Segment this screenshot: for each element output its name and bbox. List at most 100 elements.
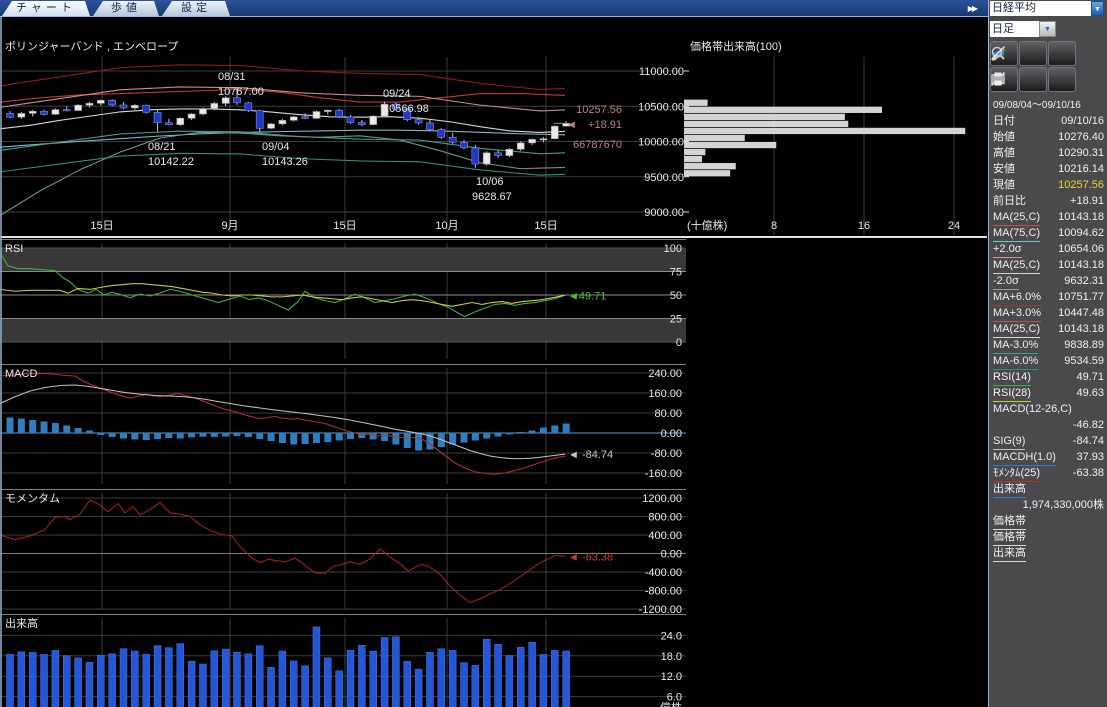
quote-info-panel: 09/08/04～09/10/16日付09/10/16始値10276.40高値1… bbox=[989, 98, 1107, 562]
rsi-chart[interactable]: 1007550250◄49.71RSI bbox=[0, 239, 987, 364]
info-row: ﾓﾒﾝﾀﾑ(25) -63.38 bbox=[989, 466, 1107, 482]
info-row-value: 10654.06 bbox=[1058, 242, 1104, 258]
info-row-label[interactable]: -2.0σ bbox=[993, 274, 1019, 290]
info-row-label: 始値 bbox=[993, 130, 1015, 146]
svg-text:15日: 15日 bbox=[90, 220, 113, 232]
svg-text:9628.67: 9628.67 bbox=[472, 191, 512, 203]
info-row: MACD(12-26,C) bbox=[989, 402, 1107, 418]
svg-text:◄: ◄ bbox=[566, 119, 577, 131]
svg-text:0: 0 bbox=[676, 337, 682, 349]
chart-area: 15日9月15日10月15日11000.0010500.0010000.0095… bbox=[0, 17, 987, 707]
info-row-label[interactable]: SIG(9) bbox=[993, 434, 1025, 450]
info-row-label[interactable]: 出来高 bbox=[993, 546, 1026, 562]
info-row-label[interactable]: 価格帯 bbox=[993, 530, 1026, 546]
tab-settings[interactable]: 設定 bbox=[162, 1, 230, 16]
symbol-select[interactable]: 日経平均 bbox=[990, 1, 1093, 16]
info-row-label[interactable]: MA-6.0% bbox=[993, 354, 1038, 370]
info-row: -46.82 bbox=[989, 418, 1107, 434]
svg-text:-80.00: -80.00 bbox=[651, 448, 682, 460]
info-row: 出来高 bbox=[989, 546, 1107, 562]
svg-text:11000.00: 11000.00 bbox=[639, 66, 684, 78]
svg-text:(十億株): (十億株) bbox=[687, 218, 727, 232]
macd-chart[interactable]: 240.00160.0080.000.00-80.00-160.00◄ -84.… bbox=[0, 364, 987, 489]
zoom-disabled-button[interactable] bbox=[1048, 41, 1076, 66]
timeframe-select[interactable]: 日足 bbox=[990, 21, 1040, 37]
volume-chart[interactable]: 24.018.012.06.0億株出来高 bbox=[0, 614, 987, 707]
info-row-label[interactable]: MA-3.0% bbox=[993, 338, 1038, 354]
info-row: MA(25,C)10143.18 bbox=[989, 322, 1107, 338]
info-row: 日付 09/10/16 bbox=[989, 114, 1107, 130]
tab-price-steps-label: 歩値 bbox=[111, 2, 141, 14]
svg-text:800.00: 800.00 bbox=[648, 512, 682, 524]
info-row-label: 日付 bbox=[993, 114, 1015, 130]
info-row-value: 9838.89 bbox=[1064, 338, 1104, 354]
info-row-value: -63.38 bbox=[1073, 466, 1104, 482]
info-row-value: 10143.18 bbox=[1058, 258, 1104, 274]
candlestick-chart: 15日9月15日10月15日11000.0010500.0010000.0095… bbox=[0, 40, 686, 232]
info-row: MA(25,C) 10143.18 bbox=[989, 258, 1107, 274]
info-row-label[interactable]: MA+3.0% bbox=[993, 306, 1041, 322]
svg-text:66787670: 66787670 bbox=[573, 139, 622, 151]
svg-text:ボリンジャーバンド , エンベロープ: ボリンジャーバンド , エンベロープ bbox=[5, 40, 178, 53]
momentum-chart[interactable]: 1200.00800.00400.000.00-400.00-800.00-12… bbox=[0, 489, 987, 614]
svg-text:160.00: 160.00 bbox=[648, 388, 682, 400]
svg-text:億株: 億株 bbox=[660, 700, 682, 707]
svg-text:0.00: 0.00 bbox=[661, 428, 682, 440]
tab-overflow-icon[interactable]: ▶▶ bbox=[968, 4, 976, 13]
info-row-label: 09/08/04～09/10/16 bbox=[993, 98, 1081, 114]
info-row: +2.0σ 10654.06 bbox=[989, 242, 1107, 258]
info-row-label[interactable]: MA+6.0% bbox=[993, 290, 1041, 306]
svg-text:50: 50 bbox=[670, 290, 682, 302]
info-row-label[interactable]: MA(75,C) bbox=[993, 226, 1040, 242]
info-row: MA+3.0%10447.48 bbox=[989, 306, 1107, 322]
info-row-label: 安値 bbox=[993, 162, 1015, 178]
info-row-label: 高値 bbox=[993, 146, 1015, 162]
timeframe-dropdown-arrow-icon[interactable]: ▼ bbox=[1039, 21, 1056, 37]
info-row-label[interactable]: +2.0σ bbox=[993, 242, 1022, 258]
info-row-label[interactable]: MA(25,C) bbox=[993, 210, 1040, 226]
print-button[interactable] bbox=[1048, 67, 1076, 92]
info-row: MACDH(1.0)37.93 bbox=[989, 450, 1107, 466]
info-row: 09/08/04～09/10/16 bbox=[989, 98, 1107, 114]
info-row-label[interactable]: MACDH(1.0) bbox=[993, 450, 1056, 466]
svg-text:9500.00: 9500.00 bbox=[644, 172, 684, 184]
svg-text:◄49.71: ◄49.71 bbox=[568, 290, 606, 302]
eraser-button[interactable] bbox=[1019, 41, 1047, 66]
info-row-value: 9632.31 bbox=[1064, 274, 1104, 290]
svg-text:-800.00: -800.00 bbox=[645, 586, 682, 598]
info-row-label[interactable]: 出来高 bbox=[993, 482, 1026, 498]
info-row-label[interactable]: RSI(14) bbox=[993, 370, 1031, 386]
capture-disabled-button[interactable] bbox=[1019, 67, 1047, 92]
info-row-label[interactable]: MA(25,C) bbox=[993, 322, 1040, 338]
info-row: 価格帯 bbox=[989, 530, 1107, 546]
svg-text:15日: 15日 bbox=[333, 220, 356, 232]
info-row-value: 49.63 bbox=[1076, 386, 1104, 402]
svg-text:100: 100 bbox=[664, 243, 682, 255]
info-row-label[interactable]: ﾓﾒﾝﾀﾑ(25) bbox=[993, 466, 1040, 482]
svg-text:10566.98: 10566.98 bbox=[383, 103, 429, 115]
tab-bar: チャート 歩値 設定 ▶▶ bbox=[0, 0, 988, 17]
info-row-label[interactable]: RSI(28) bbox=[993, 386, 1031, 402]
tab-settings-label: 設定 bbox=[181, 2, 211, 14]
symbol-dropdown-arrow-icon[interactable]: ▼ bbox=[1091, 1, 1104, 16]
info-row: MA-3.0% 9838.89 bbox=[989, 338, 1107, 354]
svg-text:24.0: 24.0 bbox=[661, 630, 682, 642]
main-candlestick-chart[interactable]: 15日9月15日10月15日11000.0010500.0010000.0095… bbox=[0, 34, 987, 239]
info-row: 高値10290.31 bbox=[989, 146, 1107, 162]
svg-text:モメンタム: モメンタム bbox=[5, 492, 60, 505]
info-row-label[interactable]: 価格帯 bbox=[993, 514, 1026, 530]
info-row-value: 49.71 bbox=[1076, 370, 1104, 386]
tab-price-steps[interactable]: 歩値 bbox=[93, 1, 159, 16]
info-row-label[interactable]: MA(25,C) bbox=[993, 258, 1040, 274]
tab-chart[interactable]: チャート bbox=[2, 1, 90, 16]
info-row: 出来高 bbox=[989, 482, 1107, 498]
svg-text:0.00: 0.00 bbox=[661, 549, 682, 561]
svg-text:10257.56: 10257.56 bbox=[576, 104, 622, 116]
info-row-value: 10276.40 bbox=[1058, 130, 1104, 146]
info-row: 安値10216.14 bbox=[989, 162, 1107, 178]
info-row-value: 09/10/16 bbox=[1061, 114, 1104, 130]
info-row: RSI(14) 49.71 bbox=[989, 370, 1107, 386]
info-row: MA(25,C)10143.18 bbox=[989, 210, 1107, 226]
info-row: MA+6.0%10751.77 bbox=[989, 290, 1107, 306]
svg-text:08/21: 08/21 bbox=[148, 141, 176, 153]
